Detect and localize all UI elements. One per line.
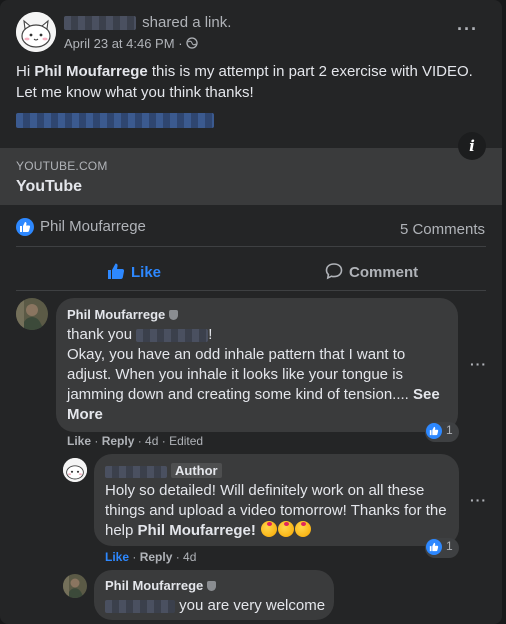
like-badge-icon — [16, 218, 34, 237]
reaction-count: 1 — [446, 539, 453, 554]
post-card: shared a link. April 23 at 4:46 PM · ···… — [0, 0, 502, 624]
reactions-summary[interactable]: Phil Moufarrege — [16, 218, 146, 237]
reply-avatar[interactable] — [63, 458, 87, 482]
like-badge-icon — [426, 423, 442, 439]
reply-like-link[interactable]: Like — [105, 550, 129, 564]
comment-button[interactable]: Comment — [325, 262, 418, 281]
info-icon[interactable]: i — [458, 132, 486, 160]
poster-name-redacted[interactable] — [64, 16, 136, 31]
comments-count[interactable]: 5 Comments — [400, 221, 485, 238]
like-button[interactable]: Like — [107, 262, 161, 281]
post-meta: April 23 at 4:46 PM · — [64, 36, 198, 51]
comment-more-icon[interactable]: ··· — [470, 357, 487, 371]
reply2-text: you are very welcome — [105, 596, 330, 616]
shared-link-text: shared a link. — [142, 14, 232, 31]
reply-time[interactable]: 4d — [183, 550, 196, 564]
preview-title[interactable]: YouTube — [16, 178, 82, 196]
comment-body: Okay, you have an odd inhale pattern tha… — [67, 346, 409, 403]
post-link-redacted[interactable] — [16, 113, 214, 128]
reply2-avatar[interactable] — [63, 574, 87, 598]
reply2-body: you are very welcome — [179, 597, 326, 614]
reply-author[interactable]: Author — [105, 463, 222, 478]
comment-reaction-pill[interactable]: 1 — [425, 422, 459, 442]
comment-icon — [325, 263, 343, 280]
comment-text: thank you ! Okay, you have an odd inhale… — [67, 325, 447, 425]
like-button-label: Like — [131, 264, 162, 281]
reply-text: Holy so detailed! Will definitely work o… — [105, 481, 450, 541]
link-preview[interactable] — [0, 148, 502, 205]
like-badge-icon — [426, 539, 442, 555]
comment-author-name: Phil Moufarrege — [67, 307, 166, 322]
divider-bottom — [16, 290, 486, 291]
emoji-icon — [278, 521, 295, 537]
reply2-author[interactable]: Phil Moufarrege — [105, 578, 217, 593]
thumbs-up-icon — [108, 263, 125, 279]
comment-edited: Edited — [169, 434, 204, 448]
comment-like-link[interactable]: Like — [67, 434, 91, 448]
mention-redacted[interactable] — [136, 328, 209, 342]
post-header-line: shared a link. — [64, 14, 231, 31]
emoji-icon — [261, 521, 278, 537]
comment-button-label: Comment — [349, 264, 419, 281]
reply-reaction-pill[interactable]: 1 — [425, 538, 459, 558]
poster-avatar[interactable] — [16, 12, 56, 52]
comment-actions: Like · Reply · 4d · Edited — [67, 434, 204, 448]
post-mention[interactable]: Phil Moufarrege — [34, 63, 147, 80]
post-text-greeting: Hi — [16, 63, 31, 80]
reply2-mention-redacted[interactable] — [105, 599, 175, 613]
comment-greeting: thank you — [67, 326, 133, 343]
comment-reply-link[interactable]: Reply — [102, 434, 135, 448]
comment-author[interactable]: Phil Moufarrege — [67, 307, 179, 322]
reply2-author-name: Phil Moufarrege — [105, 578, 204, 593]
shield-icon — [169, 310, 179, 320]
meta-separator: · — [178, 36, 183, 51]
reply-reply-link[interactable]: Reply — [140, 550, 173, 564]
post-timestamp[interactable]: April 23 at 4:46 PM — [64, 36, 175, 51]
reply-author-redacted[interactable] — [105, 465, 167, 478]
reactor-name: Phil Moufarrege — [40, 218, 146, 235]
comment-greeting-end: ! — [208, 326, 213, 343]
globe-icon[interactable] — [186, 37, 198, 49]
post-more-icon[interactable]: ··· — [457, 20, 478, 38]
reply-mention[interactable]: Phil Moufarrege! — [138, 522, 256, 539]
commenter-avatar[interactable] — [16, 298, 48, 330]
emoji-icon — [295, 521, 312, 537]
author-badge: Author — [171, 463, 222, 478]
preview-domain: YOUTUBE.COM — [16, 159, 108, 173]
post-text: Hi Phil Moufarrege this is my attempt in… — [16, 61, 496, 103]
reply-more-icon[interactable]: ··· — [470, 493, 487, 507]
comment-time[interactable]: 4d — [145, 434, 158, 448]
divider-top — [16, 246, 486, 247]
shield-icon — [207, 581, 217, 591]
reply-actions: Like · Reply · 4d — [105, 550, 197, 564]
reaction-count: 1 — [446, 423, 453, 438]
